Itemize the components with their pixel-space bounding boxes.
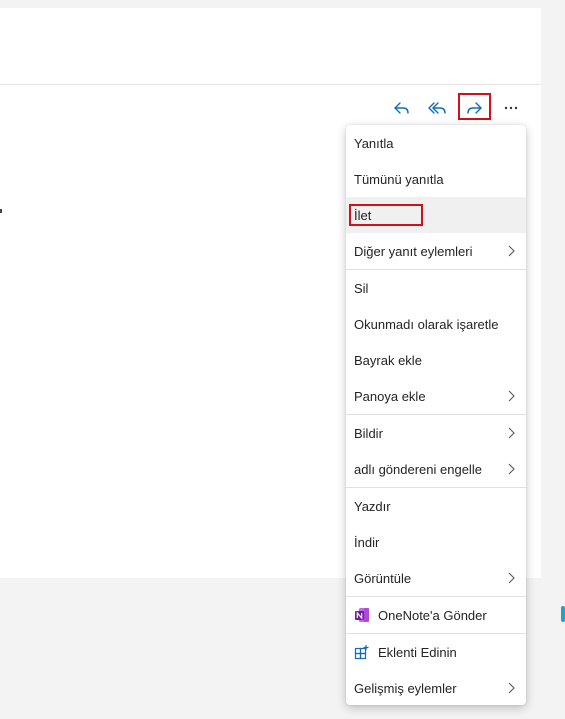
add-ins-grid-icon — [354, 645, 369, 660]
reply-icon — [394, 102, 409, 114]
text-fragment — [0, 209, 2, 213]
more-actions-button[interactable] — [499, 96, 523, 120]
menu-item-label: Panoya ekle — [354, 388, 426, 404]
menu-item-label: Yazdır — [354, 498, 391, 514]
forward-icon — [467, 102, 482, 114]
chevron-right-icon — [508, 427, 515, 439]
message-header-panel — [0, 8, 541, 85]
forward-button[interactable] — [462, 96, 486, 120]
chevron-right-icon — [508, 682, 515, 694]
menu-item-forward[interactable]: İlet — [346, 197, 526, 233]
menu-item-label: Görüntüle — [354, 570, 412, 586]
menu-item-block-sender[interactable]: adlı göndereni engelle — [346, 451, 526, 487]
menu-item-advanced-actions[interactable]: Gelişmiş eylemler — [346, 670, 526, 705]
menu-item-label: Yanıtla — [354, 135, 394, 151]
menu-item-label: Bayrak ekle — [354, 352, 422, 368]
menu-item-get-add-ins[interactable]: Eklenti Edinin — [346, 634, 526, 670]
menu-item-other-reply-actions[interactable]: Diğer yanıt eylemleri — [346, 233, 526, 269]
menu-item-label: adlı göndereni engelle — [354, 461, 482, 477]
reply-all-icon — [428, 102, 446, 114]
menu-item-view[interactable]: Görüntüle — [346, 560, 526, 596]
menu-item-label: Gelişmiş eylemler — [354, 680, 457, 696]
menu-item-download[interactable]: İndir — [346, 524, 526, 560]
chevron-right-icon — [508, 245, 515, 257]
reply-button[interactable] — [390, 96, 414, 120]
menu-item-label: Diğer yanıt eylemleri — [354, 243, 473, 259]
chevron-right-icon — [508, 463, 515, 475]
menu-item-flag[interactable]: Bayrak ekle — [346, 342, 526, 378]
chevron-right-icon — [508, 390, 515, 402]
menu-item-reply-all[interactable]: Tümünü yanıtla — [346, 161, 526, 197]
side-indicator — [561, 606, 565, 622]
menu-item-add-to-board[interactable]: Panoya ekle — [346, 378, 526, 414]
menu-item-label: Okunmadı olarak işaretle — [354, 316, 499, 332]
menu-item-label: İndir — [354, 534, 380, 550]
menu-item-label: Sil — [354, 280, 369, 296]
menu-item-label: OneNote'a Gönder — [378, 607, 487, 623]
more-icon — [504, 106, 518, 110]
chevron-right-icon — [508, 572, 515, 584]
onenote-icon — [355, 608, 369, 622]
menu-item-report[interactable]: Bildir — [346, 415, 526, 451]
menu-item-label: Eklenti Edinin — [378, 644, 457, 660]
menu-item-label: Tümünü yanıtla — [354, 171, 444, 187]
reply-all-button[interactable] — [425, 96, 449, 120]
menu-item-print[interactable]: Yazdır — [346, 488, 526, 524]
menu-item-label: Bildir — [354, 425, 383, 441]
menu-item-reply[interactable]: Yanıtla — [346, 125, 526, 161]
menu-item-label: İlet — [354, 207, 372, 223]
more-actions-menu: Yanıtla Tümünü yanıtla İlet Diğer yanıt … — [346, 125, 526, 705]
menu-item-mark-unread[interactable]: Okunmadı olarak işaretle — [346, 306, 526, 342]
menu-item-delete[interactable]: Sil — [346, 270, 526, 306]
menu-item-send-to-onenote[interactable]: OneNote'a Gönder — [346, 597, 526, 633]
